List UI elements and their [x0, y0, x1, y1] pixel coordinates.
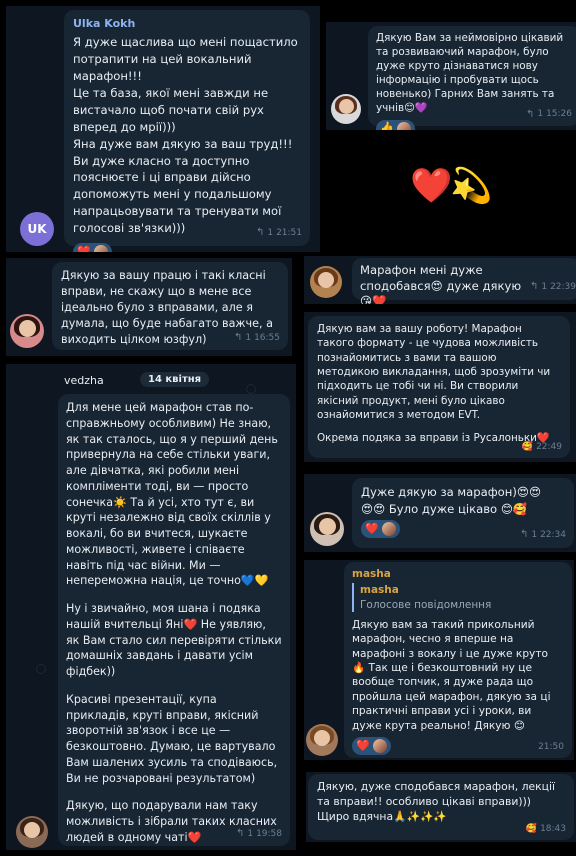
message-text: Дякую, дуже сподобався марафон, лекції т… — [317, 780, 556, 823]
screenshot-evt: Дякую вам за вашу роботу! Марафон такого… — [304, 312, 576, 462]
quote-author: masha — [360, 584, 399, 597]
reactions: 👍 ❤️ 🥰 — [66, 849, 282, 850]
avatar-masha[interactable] — [306, 724, 338, 756]
avatar-vedzha[interactable] — [16, 816, 48, 848]
message-meta: 🥰 22:49 — [521, 441, 562, 452]
message-author[interactable]: vedzha — [64, 374, 104, 387]
message-meta: ↰ 1 19:58 — [235, 827, 282, 839]
reaction-heart[interactable]: ❤️ — [108, 849, 148, 850]
message-meta: ↰ 1 16:55 — [233, 331, 280, 343]
message-top-right[interactable]: Дякую Вам за неймовірно цікавий та розви… — [368, 26, 576, 130]
message-evt[interactable]: Дякую вам за вашу роботу! Марафон такого… — [308, 316, 570, 458]
date-separator: 14 квітня — [140, 372, 210, 387]
avatar-user[interactable] — [310, 512, 344, 546]
reactions: 👍 — [376, 119, 572, 130]
message-meta: 🥰 18:43 — [525, 823, 566, 834]
message-bottom-right[interactable]: Дякую, дуже сподобався марафон, лекції т… — [308, 774, 574, 840]
message-left-mid[interactable]: Дякую за вашу працю і такі класні вправи… — [52, 262, 288, 350]
reaction-smile-hearts[interactable]: 🥰 — [151, 849, 191, 850]
message-masha[interactable]: masha masha Голосове повідомлення Дякую … — [344, 562, 572, 758]
message-meta: ↰ 1 22:39 — [529, 281, 576, 293]
screenshot-left-mid: Дякую за вашу працю і такі класні вправи… — [6, 258, 292, 356]
avatar-user[interactable] — [10, 314, 44, 348]
message-paragraph: Красиві презентації, купа прикладів, кру… — [66, 692, 278, 785]
reactor-avatar — [93, 245, 108, 252]
message-paragraph: Яна дуже вам дякую за ваш труд!!! Ви дуж… — [73, 136, 293, 236]
reaction-thumbs[interactable]: 👍 — [376, 119, 415, 130]
message-paragraph: Дякую вам за вашу роботу! Марафон такого… — [317, 323, 551, 422]
message-meta: 21:50 — [538, 741, 564, 752]
screenshot-vedzha: 14 квітня vedzha Для мене цей марафон ст… — [6, 364, 296, 850]
message-text: Дякую Вам за неймовірно цікавий та розви… — [376, 32, 564, 114]
reactions: ❤️ — [352, 737, 564, 756]
message-paragraph: Я дуже щаслива що мені пощастило потрапи… — [73, 35, 298, 83]
emoji-sticker[interactable]: ❤️💫 — [410, 166, 493, 206]
screenshot-right-mid: Марафон мені дуже сподобався😍 дуже дякую… — [304, 256, 576, 304]
reaction-heart[interactable]: ❤️ — [361, 519, 400, 538]
reactions: ❤️ — [73, 243, 301, 252]
message-paragraph: Для мене цей марафон став по-справжньому… — [66, 401, 278, 588]
avatar-user[interactable] — [331, 94, 361, 124]
message-text: Дякую вам за такий прикольний марафон, ч… — [352, 618, 551, 732]
reply-icon: ↰ — [255, 227, 265, 239]
reaction-heart[interactable]: ❤️ — [73, 243, 112, 252]
reaction-thumbs[interactable]: 👍 — [66, 849, 105, 850]
reply-count: 1 — [267, 228, 274, 239]
message-author[interactable]: Ulka Kokh — [73, 16, 301, 32]
quote-text: Голосове повідомлення — [360, 598, 492, 611]
message-meta: ↰ 1 22:34 — [519, 529, 566, 541]
message-paragraph: Ну і звичайно, моя шана і подяка нашій в… — [66, 602, 282, 678]
message-vedzha[interactable]: Для мене цей марафон став по-справжньому… — [58, 394, 290, 850]
message-paragraph: Це та база, якої мені завжди не вистачал… — [73, 85, 269, 134]
message-time: 21:51 — [276, 228, 302, 239]
avatar-ulka[interactable]: UK — [20, 212, 54, 246]
quoted-message[interactable]: masha Голосове повідомлення — [352, 583, 564, 612]
reaction-icon: 🥰 — [525, 823, 538, 834]
message-meta: ↰ 1 15:26 — [525, 108, 572, 120]
screenshot-right-small: Дуже дякую за марафон)😍😍😍😍 Було дуже цік… — [304, 474, 576, 552]
message-text: Дуже дякую за марафон)😍😍😍😍 Було дуже цік… — [361, 485, 542, 516]
screenshot-top-right: Дякую Вам за неймовірно цікавий та розви… — [326, 22, 576, 130]
screenshot-ulka: UK Ulka Kokh Я дуже щаслива що мені поща… — [6, 6, 320, 252]
message-text: Марафон мені дуже сподобався😍 дуже дякую… — [360, 263, 522, 304]
screenshot-masha: masha masha Голосове повідомлення Дякую … — [304, 560, 574, 760]
message-ulka[interactable]: Ulka Kokh Я дуже щаслива що мені пощасти… — [64, 10, 310, 252]
reaction-heart[interactable]: ❤️ — [352, 737, 391, 756]
message-author[interactable]: masha — [352, 567, 564, 581]
message-meta: ↰ 1 21:51 — [256, 226, 302, 241]
message-right-small[interactable]: Дуже дякую за марафон)😍😍😍😍 Було дуже цік… — [352, 478, 574, 548]
reaction-icon: 🥰 — [521, 441, 534, 452]
avatar-initials: UK — [27, 222, 47, 236]
avatar-user[interactable] — [310, 266, 342, 298]
message-right-mid[interactable]: Марафон мені дуже сподобався😍 дуже дякую… — [352, 258, 576, 304]
screenshot-bottom-right: Дякую, дуже сподобався марафон, лекції т… — [306, 772, 576, 842]
reply-icon: ↰ — [525, 108, 535, 120]
